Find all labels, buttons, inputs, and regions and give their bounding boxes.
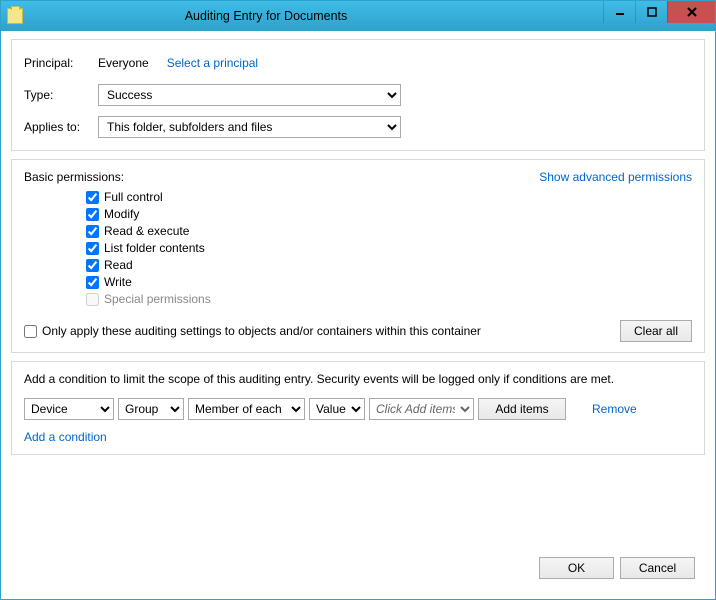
permission-row[interactable]: Read (86, 258, 692, 272)
permission-checkbox[interactable] (86, 242, 99, 255)
show-advanced-link[interactable]: Show advanced permissions (539, 170, 692, 184)
permission-label: Full control (104, 190, 163, 204)
ok-button[interactable]: OK (539, 557, 614, 579)
window-title: Auditing Entry for Documents (0, 9, 603, 23)
permission-row: Special permissions (86, 292, 692, 306)
titlebar: Auditing Entry for Documents (1, 1, 715, 31)
permission-label: Modify (104, 207, 139, 221)
type-select[interactable]: Success (98, 84, 401, 106)
permission-row[interactable]: Full control (86, 190, 692, 204)
maximize-button[interactable] (635, 1, 667, 23)
window: Auditing Entry for Documents Principal: … (0, 0, 716, 600)
principal-value: Everyone (98, 56, 149, 70)
minimize-icon (615, 7, 625, 17)
close-button[interactable] (667, 1, 715, 23)
permission-row[interactable]: Write (86, 275, 692, 289)
select-principal-link[interactable]: Select a principal (167, 56, 258, 70)
top-panel: Principal: Everyone Select a principal T… (11, 39, 705, 151)
type-label: Type: (24, 88, 92, 102)
condition-row: Device Group Member of each Value Click … (24, 398, 692, 420)
device-select[interactable]: Device (24, 398, 114, 420)
permission-checkbox (86, 293, 99, 306)
cancel-button[interactable]: Cancel (620, 557, 695, 579)
only-apply-row[interactable]: Only apply these auditing settings to ob… (24, 324, 481, 338)
minimize-button[interactable] (603, 1, 635, 23)
permissions-panel: Basic permissions: Show advanced permiss… (11, 159, 705, 353)
only-apply-checkbox[interactable] (24, 325, 37, 338)
items-select[interactable]: Click Add items (369, 398, 474, 420)
conditions-intro: Add a condition to limit the scope of th… (24, 372, 692, 386)
window-controls (603, 1, 715, 23)
conditions-panel: Add a condition to limit the scope of th… (11, 361, 705, 455)
permission-label: Write (104, 275, 132, 289)
permission-label: List folder contents (104, 241, 205, 255)
add-items-button[interactable]: Add items (478, 398, 566, 420)
add-condition-link[interactable]: Add a condition (24, 430, 107, 444)
remove-link[interactable]: Remove (592, 402, 637, 416)
permission-label: Special permissions (104, 292, 211, 306)
permission-checkbox[interactable] (86, 208, 99, 221)
only-apply-label: Only apply these auditing settings to ob… (42, 324, 481, 338)
permission-checkbox[interactable] (86, 191, 99, 204)
permission-row[interactable]: List folder contents (86, 241, 692, 255)
permission-row[interactable]: Modify (86, 207, 692, 221)
content-area: Principal: Everyone Select a principal T… (1, 31, 715, 599)
dialog-footer: OK Cancel (11, 549, 705, 589)
maximize-icon (647, 7, 657, 17)
applies-label: Applies to: (24, 120, 92, 134)
permission-checkbox[interactable] (86, 259, 99, 272)
member-select[interactable]: Member of each (188, 398, 305, 420)
value-select[interactable]: Value (309, 398, 365, 420)
folder-icon (7, 8, 23, 24)
permission-checkbox[interactable] (86, 225, 99, 238)
permission-row[interactable]: Read & execute (86, 224, 692, 238)
group-select[interactable]: Group (118, 398, 184, 420)
principal-label: Principal: (24, 56, 92, 70)
clear-all-button[interactable]: Clear all (620, 320, 692, 342)
permission-checkbox[interactable] (86, 276, 99, 289)
close-icon (687, 7, 697, 17)
permissions-list: Full control Modify Read & execute List fol… (24, 190, 692, 306)
permission-label: Read & execute (104, 224, 189, 238)
basic-permissions-label: Basic permissions: (24, 170, 124, 184)
applies-select[interactable]: This folder, subfolders and files (98, 116, 401, 138)
permission-label: Read (104, 258, 133, 272)
